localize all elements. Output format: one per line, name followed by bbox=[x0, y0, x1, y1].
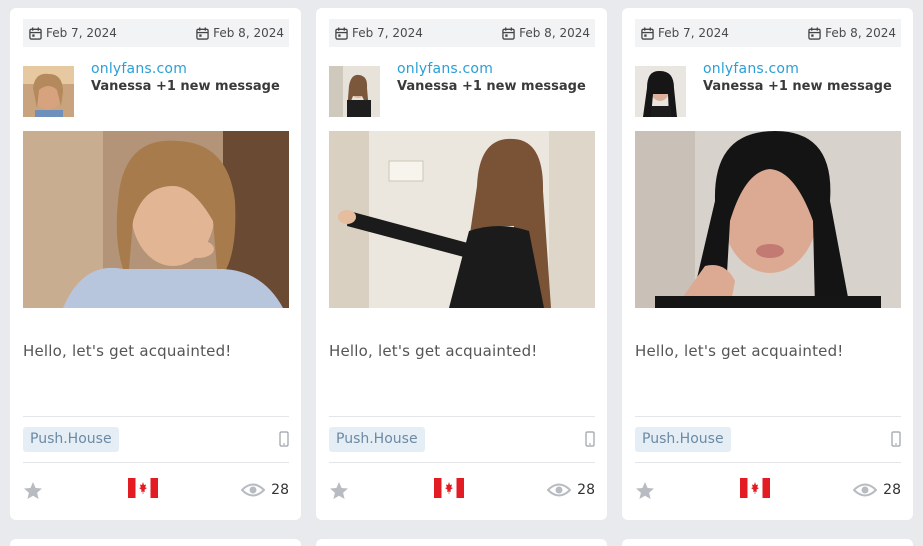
star-icon[interactable] bbox=[329, 481, 349, 501]
message-title: Vanessa +1 new message bbox=[397, 79, 586, 94]
avatar bbox=[329, 66, 380, 117]
canada-flag-icon bbox=[128, 478, 158, 498]
network-tag[interactable]: Push.House bbox=[329, 427, 425, 452]
calendar-icon bbox=[502, 26, 515, 40]
ad-card[interactable]: Feb 7, 2024 Feb 8, 2024 onlyfans.com Van… bbox=[622, 8, 913, 520]
ad-image[interactable] bbox=[23, 131, 289, 308]
avatar bbox=[23, 66, 74, 117]
end-date: Feb 8, 2024 bbox=[196, 26, 284, 40]
divider bbox=[23, 416, 289, 417]
divider bbox=[329, 462, 595, 463]
calendar-icon bbox=[641, 26, 654, 40]
divider bbox=[329, 416, 595, 417]
ad-text: Hello, let's get acquainted! bbox=[329, 342, 538, 360]
ad-card[interactable] bbox=[316, 539, 607, 546]
end-date: Feb 8, 2024 bbox=[502, 26, 590, 40]
mobile-phone-icon bbox=[891, 431, 901, 447]
calendar-icon bbox=[808, 26, 821, 40]
site-link[interactable]: onlyfans.com bbox=[397, 61, 493, 77]
start-date: Feb 7, 2024 bbox=[29, 26, 117, 40]
avatar bbox=[635, 66, 686, 117]
date-range: Feb 7, 2024 Feb 8, 2024 bbox=[23, 19, 289, 47]
ad-card[interactable]: Feb 7, 2024 Feb 8, 2024 onlyfans.com Van… bbox=[10, 8, 301, 520]
site-link[interactable]: onlyfans.com bbox=[91, 61, 187, 77]
canada-flag-icon bbox=[740, 478, 770, 498]
views-counter: 28 bbox=[241, 482, 289, 498]
site-link[interactable]: onlyfans.com bbox=[703, 61, 799, 77]
ad-card[interactable] bbox=[622, 539, 913, 546]
mobile-phone-icon bbox=[585, 431, 595, 447]
divider bbox=[635, 416, 901, 417]
eye-icon bbox=[547, 483, 572, 497]
message-title: Vanessa +1 new message bbox=[703, 79, 892, 94]
network-tag[interactable]: Push.House bbox=[635, 427, 731, 452]
ad-card[interactable] bbox=[10, 539, 301, 546]
eye-icon bbox=[241, 483, 266, 497]
message-title: Vanessa +1 new message bbox=[91, 79, 280, 94]
star-icon[interactable] bbox=[23, 481, 43, 501]
ad-text: Hello, let's get acquainted! bbox=[23, 342, 232, 360]
calendar-icon bbox=[335, 26, 348, 40]
calendar-icon bbox=[196, 26, 209, 40]
start-date: Feb 7, 2024 bbox=[641, 26, 729, 40]
end-date: Feb 8, 2024 bbox=[808, 26, 896, 40]
canada-flag-icon bbox=[434, 478, 464, 498]
eye-icon bbox=[853, 483, 878, 497]
views-counter: 28 bbox=[853, 482, 901, 498]
star-icon[interactable] bbox=[635, 481, 655, 501]
divider bbox=[635, 462, 901, 463]
views-counter: 28 bbox=[547, 482, 595, 498]
calendar-icon bbox=[29, 26, 42, 40]
divider bbox=[23, 462, 289, 463]
start-date: Feb 7, 2024 bbox=[335, 26, 423, 40]
date-range: Feb 7, 2024 Feb 8, 2024 bbox=[329, 19, 595, 47]
mobile-phone-icon bbox=[279, 431, 289, 447]
ad-text: Hello, let's get acquainted! bbox=[635, 342, 844, 360]
ad-card[interactable]: Feb 7, 2024 Feb 8, 2024 onlyfans.com Van… bbox=[316, 8, 607, 520]
ad-image[interactable] bbox=[329, 131, 595, 308]
ad-image[interactable] bbox=[635, 131, 901, 308]
network-tag[interactable]: Push.House bbox=[23, 427, 119, 452]
date-range: Feb 7, 2024 Feb 8, 2024 bbox=[635, 19, 901, 47]
